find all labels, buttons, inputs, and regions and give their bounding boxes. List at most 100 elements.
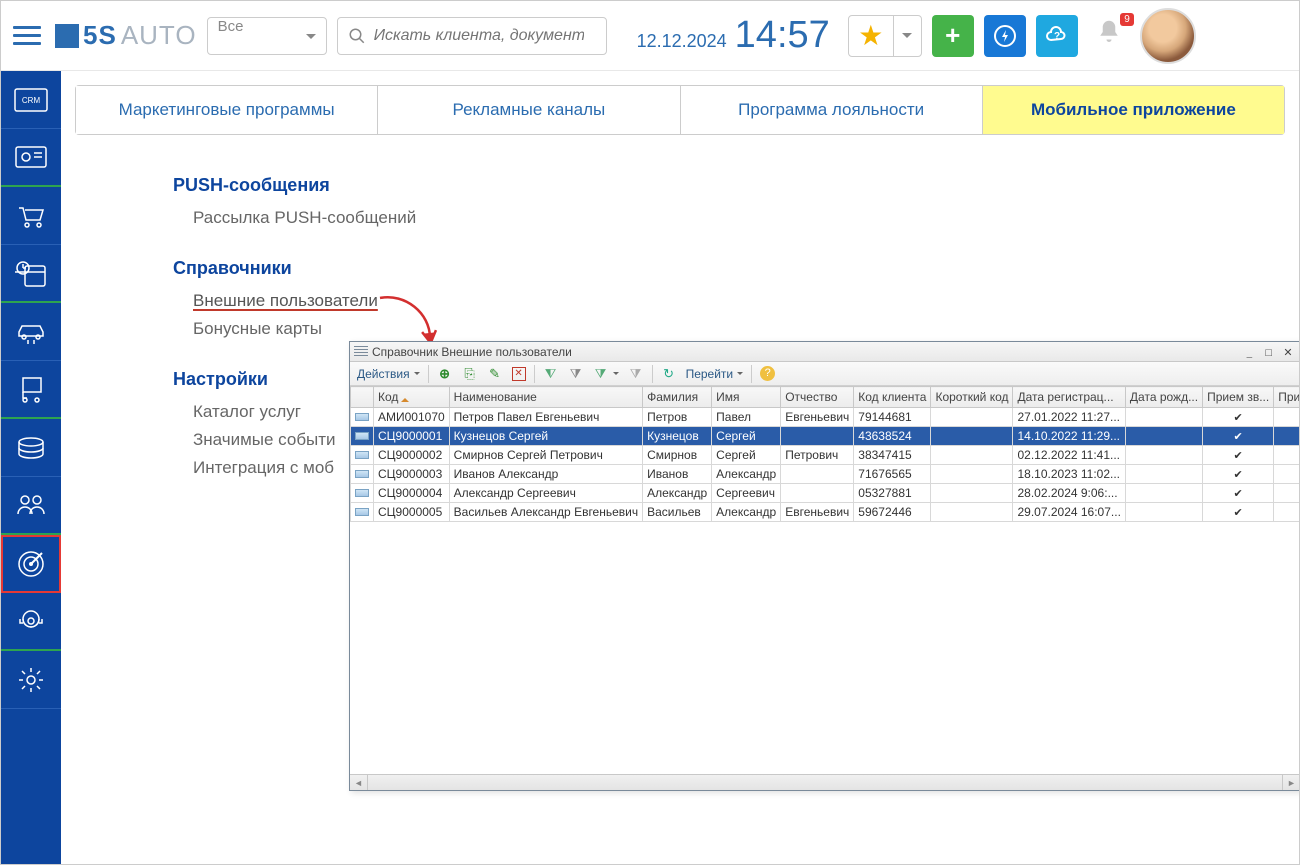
- nav-cart[interactable]: [1, 187, 61, 245]
- col-dob[interactable]: Дата рожд...: [1125, 387, 1202, 408]
- col-sms[interactable]: Прием s...: [1274, 387, 1299, 408]
- cell-kk: 59672446: [854, 503, 931, 522]
- logo: 5SAUTO: [55, 20, 197, 51]
- col-surname[interactable]: Фамилия: [643, 387, 712, 408]
- cell-name: Васильев Александр Евгеньевич: [449, 503, 642, 522]
- scroll-track[interactable]: [368, 775, 1282, 790]
- scroll-right[interactable]: ►: [1282, 775, 1299, 790]
- dialog-close[interactable]: ✕: [1280, 346, 1296, 359]
- nav-vehicle[interactable]: [1, 303, 61, 361]
- tb-filter2[interactable]: ⧩: [565, 365, 587, 383]
- cell-reg: 18.10.2023 11:02...: [1013, 465, 1125, 484]
- cell-short: [931, 427, 1013, 446]
- col-short-code[interactable]: Короткий код: [931, 387, 1013, 408]
- cell-name: Иванов Александр: [449, 465, 642, 484]
- tb-refresh[interactable]: ↻: [658, 365, 680, 383]
- svg-text:CRM: CRM: [22, 96, 41, 105]
- search-box[interactable]: [337, 17, 607, 55]
- nav-support[interactable]: [1, 593, 61, 651]
- help-button[interactable]: ?: [1036, 15, 1078, 57]
- tab-loyalty[interactable]: Программа лояльности: [681, 86, 983, 134]
- item-external-users[interactable]: Внешние пользователи: [193, 287, 378, 315]
- table-row[interactable]: СЦ9000004Александр СергеевичАлександрСер…: [351, 484, 1300, 503]
- quick-action-button[interactable]: [984, 15, 1026, 57]
- nav-crm[interactable]: CRM: [1, 71, 61, 129]
- tab-marketing-programs[interactable]: Маркетинговые программы: [76, 86, 378, 134]
- tb-add[interactable]: ⊕: [434, 365, 456, 383]
- table-row[interactable]: АМИ001070Петров Павел ЕвгеньевичПетровПа…: [351, 408, 1300, 427]
- nav-settings[interactable]: [1, 651, 61, 709]
- tb-help[interactable]: ?: [757, 365, 778, 382]
- dialog-titlebar[interactable]: Справочник Внешние пользователи _ □ ✕: [350, 342, 1299, 362]
- col-middlename[interactable]: Отчество: [781, 387, 854, 408]
- notifications-button[interactable]: 9: [1088, 17, 1130, 54]
- tb-goto[interactable]: Перейти: [683, 366, 747, 382]
- dialog-minimize[interactable]: _: [1241, 347, 1257, 359]
- dialog-title-icon: [354, 346, 368, 358]
- col-calls[interactable]: Прием зв...: [1203, 387, 1274, 408]
- col-client-code[interactable]: Код клиента: [854, 387, 931, 408]
- time-label: 14:57: [735, 14, 830, 57]
- main-area: Маркетинговые программы Рекламные каналы…: [61, 71, 1299, 864]
- cell-dob: [1125, 408, 1202, 427]
- cell-zv: ✔: [1203, 503, 1274, 522]
- nav-contacts[interactable]: [1, 129, 61, 187]
- datetime: 12.12.2024 14:57: [637, 14, 830, 57]
- item-push-send[interactable]: Рассылка PUSH-сообщений: [193, 204, 1299, 232]
- dialog-maximize[interactable]: □: [1261, 347, 1277, 359]
- cell-code: СЦ9000004: [374, 484, 450, 503]
- tb-delete[interactable]: ✕: [509, 366, 529, 382]
- star-icon[interactable]: ★: [849, 16, 893, 56]
- table-row[interactable]: СЦ9000001Кузнецов СергейКузнецовСергей43…: [351, 427, 1300, 446]
- add-button[interactable]: +: [932, 15, 974, 57]
- menu-toggle[interactable]: [9, 18, 45, 54]
- logo-text-auto: AUTO: [121, 20, 197, 51]
- cell-zv: ✔: [1203, 484, 1274, 503]
- nav-schedule[interactable]: [1, 245, 61, 303]
- cell-kk: 43638524: [854, 427, 931, 446]
- cell-code: СЦ9000005: [374, 503, 450, 522]
- tab-ad-channels[interactable]: Рекламные каналы: [378, 86, 680, 134]
- cell-sm: ✔: [1274, 503, 1299, 522]
- tb-filter1[interactable]: ⧨: [540, 365, 562, 383]
- col-name[interactable]: Наименование: [449, 387, 642, 408]
- tb-copy[interactable]: ⎘: [459, 365, 481, 383]
- user-avatar[interactable]: [1140, 8, 1196, 64]
- col-marker[interactable]: [351, 387, 374, 408]
- logo-mark-icon: [55, 24, 79, 48]
- table-row[interactable]: СЦ9000003Иванов АлександрИвановАлександр…: [351, 465, 1300, 484]
- item-bonus-cards[interactable]: Бонусные карты: [193, 315, 1299, 343]
- tb-actions[interactable]: Действия: [354, 366, 423, 382]
- tb-filter-clear[interactable]: ⧩: [625, 365, 647, 383]
- row-marker: [351, 503, 374, 522]
- cell-reg: 02.12.2022 11:41...: [1013, 446, 1125, 465]
- scroll-left[interactable]: ◄: [350, 775, 368, 790]
- delete-icon: ✕: [512, 367, 526, 381]
- tb-filter-menu[interactable]: ⧩: [590, 365, 622, 383]
- data-grid[interactable]: Код Наименование Фамилия Имя Отчество Ко…: [350, 386, 1299, 774]
- svg-text:?: ?: [1054, 31, 1060, 42]
- table-row[interactable]: СЦ9000005Васильев Александр ЕвгеньевичВа…: [351, 503, 1300, 522]
- favorites-dropdown[interactable]: [893, 16, 921, 56]
- cell-short: [931, 503, 1013, 522]
- cell-zv: ✔: [1203, 427, 1274, 446]
- bolt-icon: [993, 24, 1017, 48]
- copy-icon: ⎘: [462, 366, 478, 382]
- col-firstname[interactable]: Имя: [712, 387, 781, 408]
- col-code[interactable]: Код: [374, 387, 450, 408]
- cell-dob: [1125, 484, 1202, 503]
- nav-finance[interactable]: [1, 419, 61, 477]
- tab-mobile-app[interactable]: Мобильное приложение: [983, 86, 1284, 134]
- date-label: 12.12.2024: [637, 31, 727, 52]
- search-input[interactable]: [374, 27, 584, 45]
- cell-reg: 14.10.2022 11:29...: [1013, 427, 1125, 446]
- nav-delivery[interactable]: [1, 361, 61, 419]
- col-reg-date[interactable]: Дата регистрац...: [1013, 387, 1125, 408]
- scope-select[interactable]: Все: [207, 17, 327, 55]
- nav-marketing[interactable]: [1, 535, 61, 593]
- nav-users[interactable]: [1, 477, 61, 535]
- grid-header: Код Наименование Фамилия Имя Отчество Ко…: [351, 387, 1300, 408]
- cell-otch: [781, 465, 854, 484]
- tb-edit[interactable]: ✎: [484, 365, 506, 383]
- table-row[interactable]: СЦ9000002Смирнов Сергей ПетровичСмирновС…: [351, 446, 1300, 465]
